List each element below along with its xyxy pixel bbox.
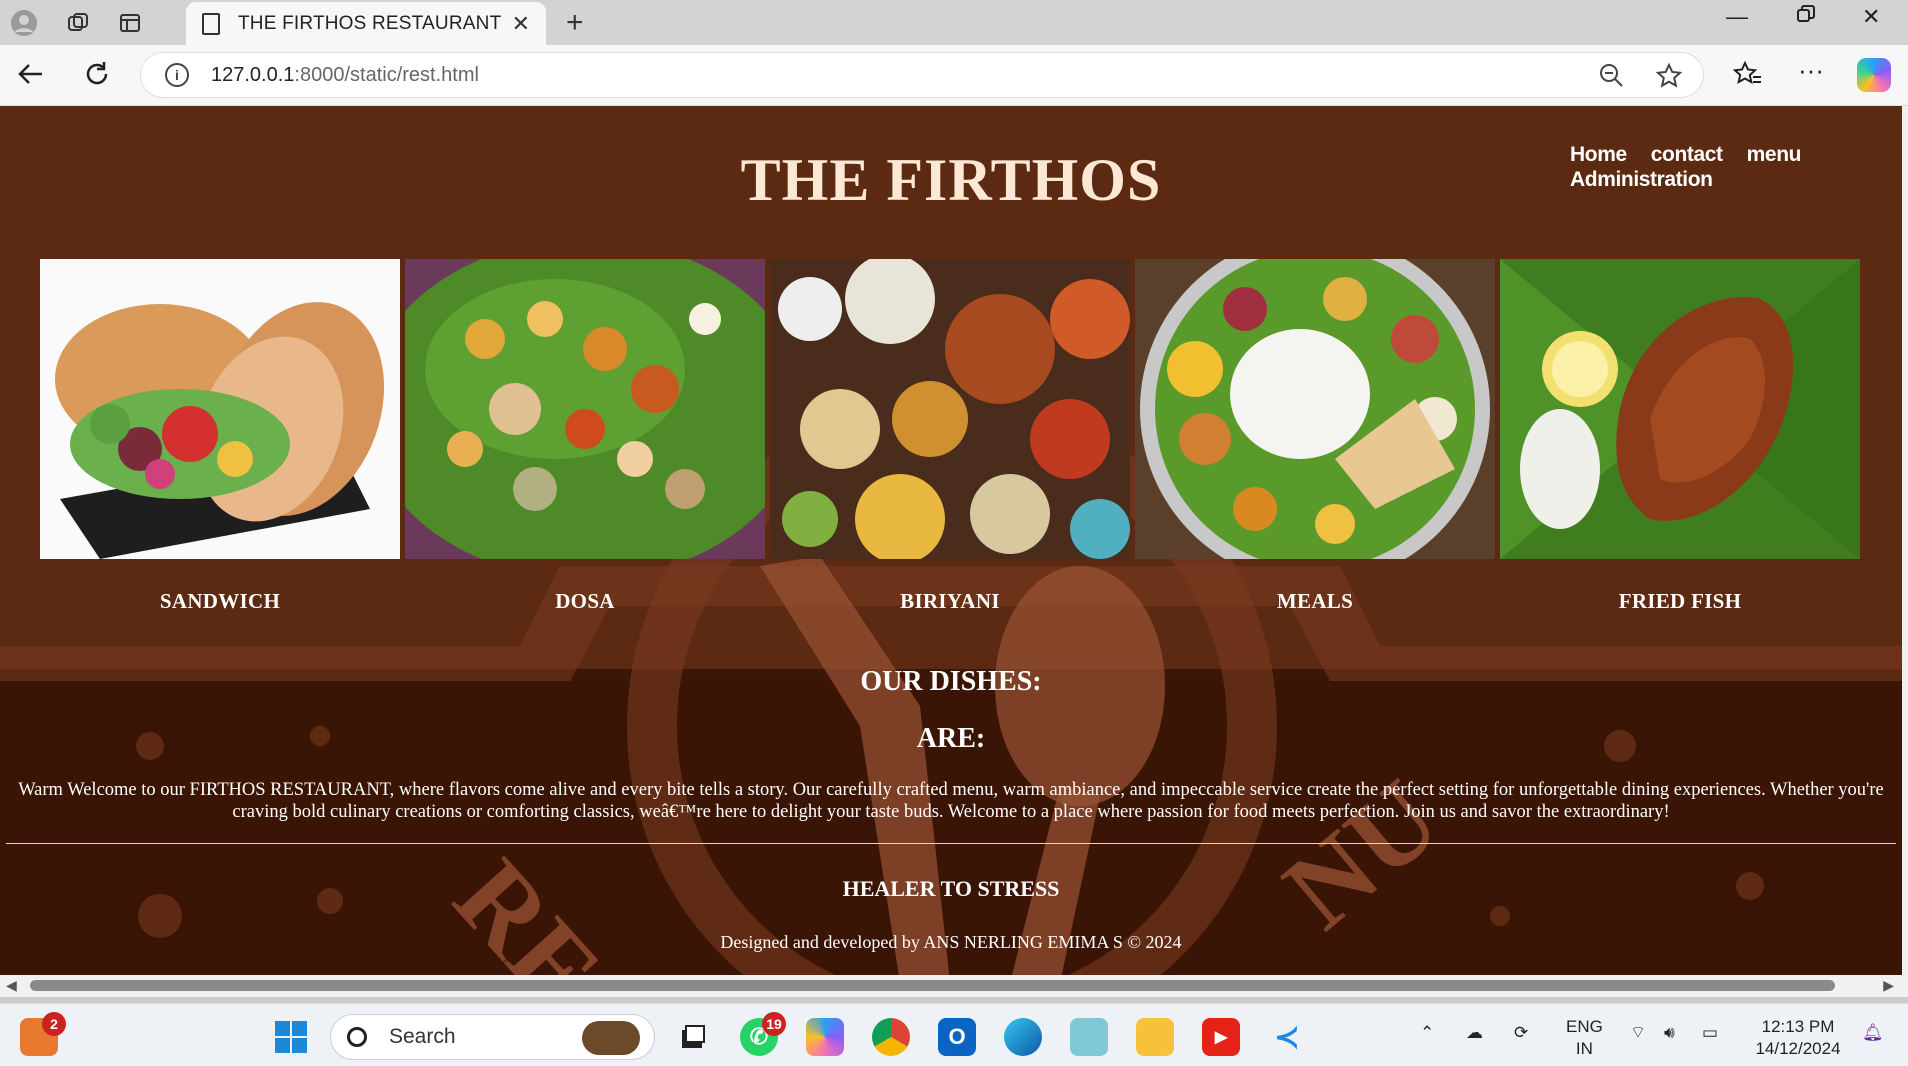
meals-photo [1135, 259, 1495, 559]
nav-contact-link[interactable]: contact [1651, 143, 1723, 166]
our-dishes-heading: OUR DISHES: [860, 666, 1042, 697]
biriyani-photo [770, 259, 1130, 559]
taskbar-search[interactable]: Search [330, 1014, 655, 1060]
lang-line2: IN [1575, 1039, 1593, 1058]
youtube-icon[interactable]: ▶ [1202, 1018, 1240, 1056]
tagline: HEALER TO STRESS [842, 876, 1060, 901]
nav-home-link[interactable]: Home [1570, 143, 1627, 166]
sandwich-photo [40, 259, 400, 559]
notification-bell-icon[interactable]: 🔔︎ [1862, 1022, 1884, 1044]
address-bar: i 127.0.0.1:8000/static/rest.html ··· [0, 45, 1908, 106]
svg-text:RE: RE [432, 837, 625, 983]
dish-name: BIRIYANI [900, 589, 1000, 613]
search-icon [347, 1027, 367, 1047]
tab-actions-icon[interactable] [112, 5, 148, 41]
dish-name: SANDWICH [159, 589, 281, 613]
restore-button[interactable] [1796, 4, 1816, 30]
outlook-icon[interactable]: O [938, 1018, 976, 1056]
lang-line1: ENG [1566, 1017, 1603, 1036]
edge-icon[interactable] [1004, 1018, 1042, 1056]
sync-icon[interactable]: ⟳ [1514, 1022, 1528, 1044]
reload-icon[interactable] [82, 59, 112, 96]
footer-credit: Designed and developed by ANS NERLING EM… [720, 932, 1182, 952]
widgets-badge: 2 [42, 1012, 66, 1036]
minimize-button[interactable]: — [1726, 4, 1748, 30]
date-text: 14/12/2024 [1755, 1039, 1841, 1058]
dish-name: FRIED FISH [1618, 589, 1742, 613]
battery-icon[interactable]: ▭ [1702, 1022, 1718, 1044]
vertical-scrollbar[interactable] [1902, 106, 1908, 983]
vscode-icon[interactable]: ≺ [1268, 1018, 1306, 1056]
search-highlight-icon [582, 1021, 640, 1055]
language-indicator[interactable]: ENG IN [1566, 1016, 1603, 1060]
chrome-icon[interactable] [872, 1018, 910, 1056]
show-hidden-icons[interactable]: ⌃ [1420, 1022, 1434, 1044]
dish-card[interactable]: BIRIYANI [770, 259, 1130, 614]
tab-title: THE FIRTHOS RESTAURANT [238, 12, 502, 34]
url-field[interactable]: i 127.0.0.1:8000/static/rest.html [140, 52, 1704, 98]
dish-card[interactable]: MEALS [1135, 259, 1495, 614]
favorite-star-icon[interactable] [1655, 62, 1683, 97]
close-window-button[interactable]: ✕ [1862, 4, 1880, 30]
profile-icon[interactable] [6, 5, 42, 41]
nav-menu-link[interactable]: menu [1747, 143, 1802, 166]
new-tab-button[interactable]: + [566, 6, 584, 40]
site-nav: Home contact menu Administration [1570, 142, 1860, 192]
scroll-left-arrow-icon[interactable]: ◀ [6, 977, 17, 994]
wifi-icon[interactable]: ⌔ [1630, 1022, 1646, 1044]
copilot-taskbar-icon[interactable] [806, 1018, 844, 1056]
windows-taskbar: 2 Search ✆ 19 O ▶ ≺ ⌃ ☁ ⟳ ENG IN ⌔ 🔊︎ ▭ … [0, 1003, 1908, 1066]
url-host: 127.0.0.1 [211, 63, 295, 86]
search-label: Search [389, 1025, 456, 1048]
document-icon [202, 12, 220, 35]
task-view-icon[interactable] [674, 1018, 712, 1056]
dish-card[interactable]: SANDWICH [40, 259, 400, 614]
close-tab-icon[interactable]: ✕ [512, 11, 530, 37]
dish-card[interactable]: DOSA [405, 259, 765, 614]
url-path: :8000/static/rest.html [294, 63, 479, 86]
dish-name: DOSA [555, 589, 615, 613]
are-heading: ARE: [916, 723, 986, 754]
dish-card[interactable]: FRIED FISH [1500, 259, 1860, 614]
camera-app-icon[interactable] [1070, 1018, 1108, 1056]
dosa-photo [405, 259, 765, 559]
site-info-icon[interactable]: i [165, 63, 189, 87]
page-viewport: RE NU THE FIRTHOS Home contact menu Admini… [0, 106, 1902, 983]
dish-gallery: SANDWICH DOSA BIRIYANI MEALS FRIED FISH [40, 259, 1860, 614]
more-options-icon[interactable]: ··· [1798, 55, 1824, 86]
clock[interactable]: 12:13 PM 14/12/2024 [1746, 1016, 1850, 1060]
time-text: 12:13 PM [1761, 1017, 1835, 1036]
scroll-thumb[interactable] [30, 980, 1835, 991]
nav-administration-link[interactable]: Administration [1570, 168, 1713, 191]
whatsapp-icon[interactable]: ✆ 19 [740, 1012, 786, 1056]
file-explorer-icon[interactable] [1136, 1018, 1174, 1056]
scroll-right-arrow-icon[interactable]: ▶ [1883, 977, 1894, 994]
start-windows-icon[interactable] [272, 1018, 310, 1056]
welcome-paragraph: Warm Welcome to our FIRTHOS RESTAURANT, … [18, 780, 1884, 822]
back-arrow-icon[interactable] [16, 59, 46, 96]
active-tab[interactable]: THE FIRTHOS RESTAURANT ✕ [186, 2, 546, 45]
divider [6, 843, 1896, 844]
favorites-icon[interactable] [1732, 59, 1763, 96]
onedrive-icon[interactable]: ☁ [1466, 1022, 1483, 1044]
url-text: 127.0.0.1:8000/static/rest.html [211, 64, 479, 87]
dish-name: MEALS [1276, 589, 1354, 613]
zoom-out-icon[interactable] [1598, 62, 1624, 95]
horizontal-scrollbar[interactable]: ◀ ▶ [0, 975, 1908, 997]
workspaces-icon[interactable] [60, 5, 96, 41]
widgets-icon[interactable]: 2 [20, 1012, 66, 1056]
volume-icon[interactable]: 🔊︎ [1664, 1022, 1675, 1044]
copilot-icon[interactable] [1857, 58, 1891, 92]
fried-fish-photo [1500, 259, 1860, 559]
whatsapp-badge: 19 [762, 1012, 786, 1036]
browser-tab-strip: THE FIRTHOS RESTAURANT ✕ + — ✕ [0, 0, 1908, 45]
